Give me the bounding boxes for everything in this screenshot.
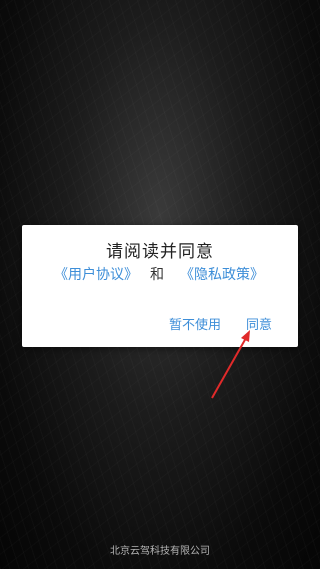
consent-dialog: 请阅读并同意 《用户协议》 和 《隐私政策》 暂不使用 同意 [22,225,298,347]
privacy-policy-link[interactable]: 《隐私政策》 [180,264,264,284]
agree-button[interactable]: 同意 [246,314,272,333]
and-text: 和 [150,267,164,283]
dialog-title: 请阅读并同意 [106,242,214,262]
policy-links-row: 《用户协议》 和 《隐私政策》 [22,264,298,284]
user-agreement-link[interactable]: 《用户协议》 [54,264,138,284]
decline-button[interactable]: 暂不使用 [169,314,221,333]
company-footer: 北京云驾科技有限公司 [110,546,210,557]
